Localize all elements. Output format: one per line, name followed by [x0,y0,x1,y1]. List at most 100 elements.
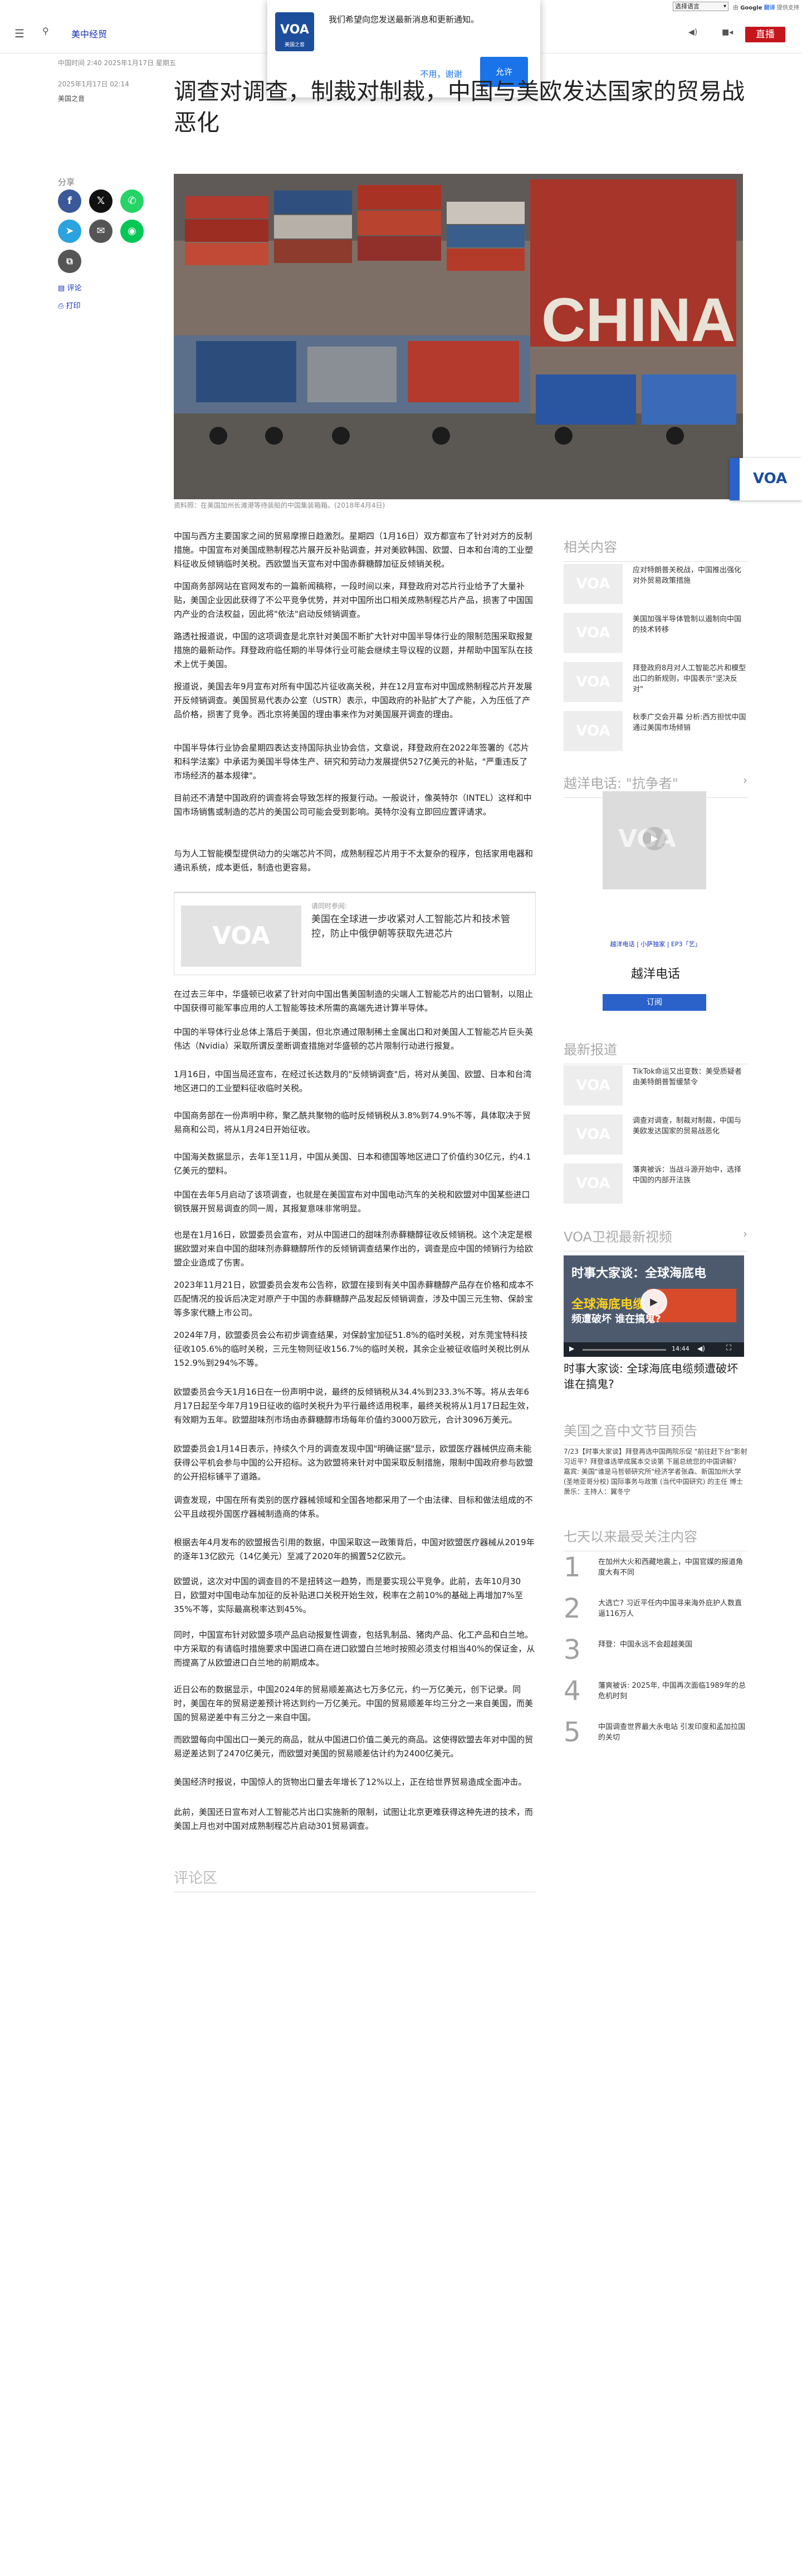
live-button[interactable]: 直播 [745,27,785,42]
paragraph: 此前，美国还日宣布对人工智能芯片出口实施新的限制，试图让北京更难获得这种先进的技… [174,1807,534,1831]
preview-heading: 美国之音中文节目预告 [564,1420,747,1445]
email-icon[interactable]: ✉ [89,220,113,243]
related-item[interactable]: VOA 美国加强半导体管制以遏制向中国的技术转移 [564,613,747,659]
facebook-icon[interactable]: f [58,189,81,213]
latest-thumb: VOA [564,1163,623,1204]
paragraph: 调查发现，中国在所有类别的医疗器械领域和全国各地都采用了一个由法律、目标和做法组… [174,1495,534,1519]
chevron-right-icon: › [743,773,747,787]
floating-voa-tab[interactable]: VOA [730,458,802,500]
section-link[interactable]: 美中经贸 [71,27,107,40]
print-icon: ⎙ [58,302,64,310]
print-label: 打印 [66,302,81,310]
voa-logo: VOA [753,470,788,487]
comments-heading: 评论区 [174,1867,536,1892]
preview-text: 7/23【时事大家谈】拜登再选中国两院乐促 "前往赶下台"影射习近平？拜登谁选举… [564,1448,747,1496]
container-ship-illustration: CHINA [174,174,743,499]
paragraph: 中国与西方主要国家之间的贸易摩擦日趋激烈。星期四（1月16日）双方都宣布了针对对… [174,531,534,569]
latest-thumb: VOA [564,1065,623,1106]
voa-logo: VOA 美国之音 [275,12,314,51]
related-thumbnail: VOA [181,905,301,967]
audio-icon[interactable]: ◀) [688,28,697,37]
paragraph: 路透社报道说，中国的这项调查是北京针对美国不断扩大针对中国半导体行业的限制范围采… [174,631,534,669]
comment-link[interactable]: ▤ 评论 [58,282,81,293]
podcast-links[interactable]: 越洋电话 | 小萨独家 | EP3「艺」 [564,939,747,948]
paragraph: 2024年7月，欧盟委员会公布初步调查结果，对保龄宝加征51.8%的临时关税，对… [174,1330,530,1368]
paragraph: 中国商务部在一份声明中称，聚乙酰共聚物的临时反倾销税从3.8%到74.9%不等，… [174,1111,531,1134]
paragraph: 1月16日，中国当局还宣布，在经过长达数月的"反倾销调查"后，将对从美国、欧盟、… [174,1069,532,1093]
progress-bar[interactable] [583,1349,666,1351]
paragraph: 中国海关数据显示，去年1至11月，中国从美国、日本和德国等地区进口了价值约30亿… [174,1152,531,1176]
paragraph: 中国的半导体行业总体上落后于美国，但北京通过限制稀土金属出口和对美国人工智能芯片… [174,1027,534,1051]
line-icon[interactable]: ◉ [120,220,144,243]
related-item[interactable]: VOA 应对特朗普关税战，中国推出强化对外贸易政策措施 [564,564,747,610]
video-overlay-line: 全球海底电缆 [571,1298,645,1312]
subscribe-button[interactable]: 订阅 [603,994,706,1011]
paragraph: 也是在1月16日，欧盟委员会宣布，对从中国进口的甜味剂赤藓糖醇征收反倾销税。这个… [174,1230,534,1268]
dateline: 中国时间 2:40 2025年1月17日 星期五 [58,59,176,67]
paragraph: 欧盟委员会今天1月16日在一份声明中说，最终的反倾销税从34.4%到233.3%… [174,1387,534,1425]
latest-item[interactable]: VOA 藩爽被诉：当战斗源开始中，选择中国的内部开法族 [564,1163,747,1209]
video-icon[interactable]: ■◂ [722,28,733,37]
related-heading: 相关内容 [564,536,747,562]
paragraph: 而欧盟每向中国出口一美元的商品，就从中国进口价值二美元的商品。这使得欧盟去年对中… [174,1735,534,1759]
notification-message: 我们希望向您发送最新消息和更新通知。 [329,14,480,25]
powered-by-google: 由 Google 翻译 提供支持 [733,5,799,11]
fullscreen-icon[interactable]: ⛶ [726,1344,731,1352]
related-item[interactable]: VOA 秋季广交会开幕 分析:西方担忧中国通过美国市场倾销 [564,711,747,757]
latest-thumb: VOA [564,1114,623,1155]
related-thumb: VOA [564,564,623,604]
paragraph: 报道说，美国去年9月宣布对所有中国芯片征收高关税，并在12月宣布对中国成熟制程芯… [174,681,532,719]
related-label: 请同时参阅: [311,902,348,910]
hero-image: CHINA [174,174,743,499]
language-select[interactable]: 选择语言 [673,2,728,11]
podcast-name: 越洋电话 [630,967,680,981]
print-link[interactable]: ⎙ 打印 [58,300,81,310]
x-icon[interactable]: 𝕏 [89,189,113,213]
related-item[interactable]: VOA 拜登政府8月对人工智能芯片和模型出口的新规则，中国表示"坚决反对" [564,662,747,708]
video-heading[interactable]: VOA卫视最新视频 › [564,1226,747,1252]
headline: 调查对调查，制裁对制裁，中国与美欧发达国家的贸易战恶化 [174,78,745,136]
related-thumb: VOA [564,613,623,653]
chevron-right-icon: › [743,1227,747,1240]
svg-text:CHINA: CHINA [541,286,735,354]
latest-item[interactable]: VOA TikTok命运又出变数：美受质疑者由美特朗普暂缓禁令 [564,1065,747,1111]
whatsapp-icon[interactable]: ✆ [120,189,144,213]
telegram-icon[interactable]: ➤ [58,220,81,243]
share-label: 分享 [58,177,75,187]
tab-handle[interactable] [730,458,740,500]
related-thumb: VOA [564,711,623,751]
inline-related-card[interactable]: VOA 请同时参阅: 美国在全球进一步收紧对人工智能芯片和技术管控，防止中俄伊朝… [174,892,536,975]
paragraph: 近日公布的数据显示，中国2024年的贸易顺差高达七万多亿元，约一万亿美元，创下记… [174,1684,534,1722]
related-thumb: VOA [564,662,623,702]
comment-label: 评论 [67,284,82,293]
publish-date: 2025年1月17日 02:14 [58,80,129,88]
latest-item[interactable]: VOA 调查对调查，制裁对制裁，中国与美欧发达国家的贸易战恶化 [564,1114,747,1160]
hero-caption: 资料照：在美国加州长滩港等待装船的中国集装箱箱。(2018年4月4日) [174,501,385,509]
paragraph: 中国商务部网站在官网发布的一篇新闻稿称，一段时间以来，拜登政府对芯片行业给予了大… [174,581,534,619]
paragraph: 欧盟委员会1月14日表示，持续久个月的调查发现中国"明确证据"显示，欧盟医疗器械… [174,1444,534,1482]
search-icon[interactable]: ⚲ [42,26,49,36]
play-icon[interactable]: ▶ [643,827,666,850]
menu-icon[interactable]: ☰ [14,27,25,40]
paragraph: 中国半导体行业协会星期四表达支持国际执业协会信，文章说，拜登政府在2022年签署… [174,743,530,781]
author[interactable]: 美国之音 [58,94,85,103]
paragraph: 欧盟说，这次对中国的调查目的不是扭转这一趋势，而是要实现公平竞争。此前，去年10… [174,1576,524,1614]
paragraph: 2023年11月21日，欧盟委员会发布公告称，欧盟在接到有关中国赤藓糖醇产品存在… [174,1280,534,1318]
paragraph: 目前还不清楚中国政府的调查将会导致怎样的报复行动。一般说计，像英特尔（INTEL… [174,793,532,817]
popular-heading: 七天以来最受关注内容 [564,1526,747,1551]
podcast-cover[interactable]: VOA ▶ [603,791,706,889]
latest-heading: 最新报道 [564,1039,747,1064]
video-caption[interactable]: 时事大家谈: 全球海底电缆频遭破坏 谁在搞鬼? [564,1361,747,1392]
copy-link-icon[interactable]: ⧉ [58,250,81,273]
paragraph: 根据去年4月发布的欧盟报告引用的数据，中国采取这一政策背后，中国对欧盟医疗器械从… [174,1537,535,1561]
volume-icon[interactable]: ◀) [697,1345,705,1352]
paragraph: 同时，中国宣布针对欧盟多项产品启动报复性调查，包括乳制品、猪肉产品、化工产品和白… [174,1630,535,1668]
paragraph: 美国经济时报说，中国惊人的货物出口量去年增长了12%以上，正在给世界贸易造成全面… [174,1777,527,1787]
play-small-icon[interactable]: ▶ [569,1345,574,1352]
paragraph: 与为人工智能模型提供动力的尖端芯片不同，成熟制程芯片用于不太复杂的程序，包括家用… [174,849,534,873]
video-controls: ▶ 14:44 ◀) ⛶ [564,1342,744,1357]
video-player[interactable]: 时事大家谈：全球海底电 全球海底电缆 频遭破坏 谁在搞鬼? ▶ ▶ 14:44 … [564,1255,744,1357]
video-overlay-title: 时事大家谈：全球海底电 [571,1267,707,1280]
paragraph: 中国在去年5月启动了该项调查，也就是在美国宣布对中国电动汽车的关税和欧盟对中国某… [174,1190,530,1214]
play-icon[interactable]: ▶ [640,1289,667,1316]
